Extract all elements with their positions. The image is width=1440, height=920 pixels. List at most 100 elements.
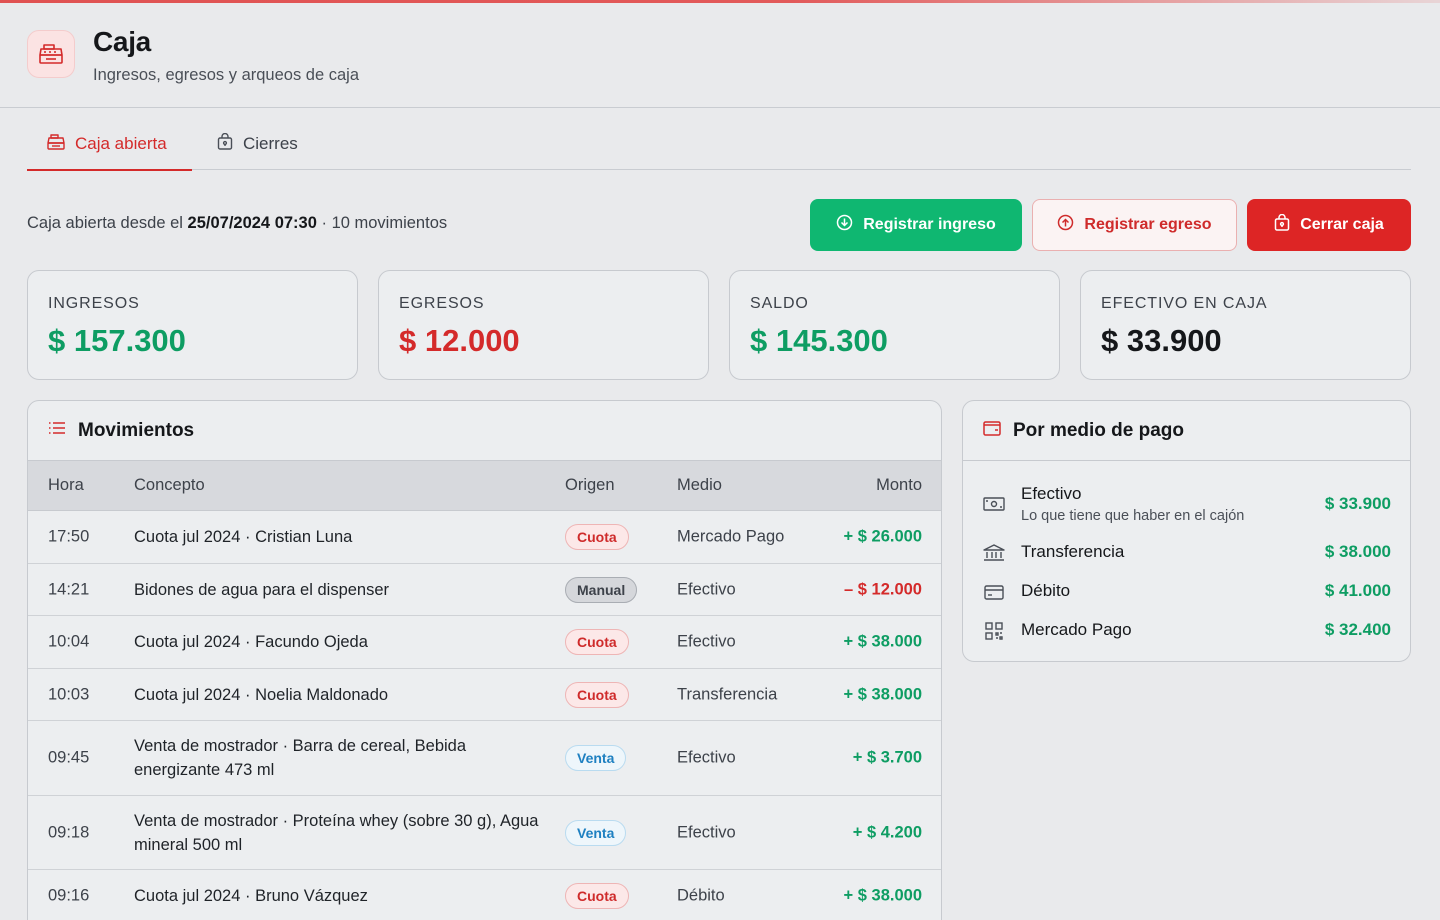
cash-icon [983, 493, 1005, 515]
register-logo-icon [27, 30, 75, 78]
payment-method-debito: Débito $ 41.000 [983, 581, 1391, 603]
tab-cierres[interactable]: Cierres [217, 118, 327, 170]
cell-origen: Venta [565, 745, 627, 771]
table-row[interactable]: 14:21 Bidones de agua para el dispenser … [28, 564, 941, 616]
table-row[interactable]: 09:16 Cuota jul 2024 · Bruno Vázquez Cuo… [28, 870, 941, 920]
cell-monto: – $ 12.000 [844, 580, 922, 598]
cell-hora: 10:04 [48, 632, 90, 651]
stat-label: EGRESOS [399, 295, 485, 312]
panel-title: Movimientos [78, 419, 195, 441]
stat-card-efectivo: EFECTIVO EN CAJA $ 33.900 [1080, 270, 1411, 380]
table-header: Hora Concepto Origen Medio Monto [28, 461, 941, 511]
movimientos-panel: Movimientos Hora Concepto Origen Medio M… [27, 400, 942, 920]
cell-origen: Cuota [565, 681, 629, 708]
cell-origen: Venta [565, 819, 627, 846]
cell-concepto: Cuota jul 2024 · Noelia Maldonado [134, 685, 389, 704]
cell-medio: Efectivo [677, 748, 736, 767]
cell-medio: Efectivo [677, 823, 736, 841]
status-datetime: 25/07/2024 07:30 [187, 214, 317, 232]
cell-monto: + $ 38.000 [843, 886, 922, 904]
tab-label: Cierres [243, 134, 298, 153]
payment-method-amount: $ 32.400 [1324, 620, 1391, 639]
payment-method-amount: $ 41.000 [1324, 581, 1391, 600]
cell-hora: 09:18 [48, 823, 90, 841]
page-subtitle: Ingresos, egresos y arqueos de caja [93, 66, 359, 84]
cell-concepto: Bidones de agua para el dispenser [134, 580, 390, 599]
medios-de-pago-panel: Por medio de pago Efectivo Lo que tiene … [962, 400, 1411, 662]
column-header-medio[interactable]: Medio [677, 476, 722, 495]
caja-status-line: Caja abierta desde el 25/07/2024 07:30 ·… [27, 214, 447, 233]
payment-method-efectivo: Efectivo Lo que tiene que haber en el ca… [983, 484, 1391, 528]
cell-hora: 10:03 [48, 685, 90, 703]
cell-origen: Manual [565, 576, 638, 603]
cell-monto: + $ 38.000 [843, 685, 922, 703]
stat-label: INGRESOS [48, 295, 140, 312]
tab-bar: Caja abierta Cierres [27, 118, 1411, 171]
payment-method-transferencia: Transferencia $ 38.000 [983, 542, 1391, 564]
stat-value: $ 157.300 [48, 323, 186, 358]
button-label: Registrar egreso [1084, 216, 1212, 233]
cell-concepto: Cuota jul 2024 · Cristian Luna [134, 528, 353, 546]
cell-medio: Efectivo [677, 632, 736, 651]
origen-badge: Venta [565, 819, 627, 846]
cell-hora: 14:21 [48, 580, 90, 598]
column-header-monto[interactable]: Monto [876, 476, 922, 495]
stat-card-egresos: EGRESOS $ 12.000 [378, 270, 709, 380]
page-header: Caja Ingresos, egresos y arqueos de caja [0, 0, 1440, 108]
cell-concepto: Cuota jul 2024 · Bruno Vázquez [134, 886, 368, 905]
cell-medio: Transferencia [677, 685, 778, 703]
payment-method-note: Lo que tiene que haber en el cajón [1021, 508, 1245, 524]
cerrar-caja-button[interactable]: Cerrar caja [1247, 199, 1411, 251]
panel-title: Por medio de pago [1013, 419, 1185, 441]
payment-method-label: Transferencia [1021, 542, 1125, 561]
payment-method-amount: $ 38.000 [1324, 542, 1391, 561]
registrar-egreso-button[interactable]: Registrar egreso [1032, 199, 1237, 251]
stat-card-ingresos: INGRESOS $ 157.300 [27, 270, 358, 380]
arrow-down-circle-icon [836, 214, 853, 236]
table-row[interactable]: 17:50 Cuota jul 2024 · Cristian Luna Cuo… [28, 511, 941, 564]
cell-medio: Débito [677, 886, 725, 904]
payment-method-label: Mercado Pago [1021, 620, 1132, 639]
payment-method-label: Débito [1021, 581, 1071, 600]
cell-concepto: Venta de mostrador · Barra de cereal, Be… [134, 737, 467, 779]
registrar-ingreso-button[interactable]: Registrar ingreso [810, 199, 1022, 251]
qr-icon [983, 620, 1005, 642]
cell-origen: Cuota [565, 882, 629, 909]
cell-hora: 09:16 [48, 886, 90, 904]
stat-value: $ 12.000 [399, 323, 520, 358]
arrow-up-circle-icon [1057, 214, 1074, 236]
origen-badge: Cuota [565, 524, 629, 550]
cell-monto: + $ 3.700 [852, 748, 922, 767]
cell-hora: 09:45 [48, 748, 90, 767]
cell-origen: Cuota [565, 629, 629, 655]
payment-method-label: Efectivo [1021, 484, 1082, 503]
tab-caja-abierta[interactable]: Caja abierta [27, 118, 192, 171]
payment-method-mercado-pago: Mercado Pago $ 32.400 [983, 620, 1391, 642]
column-header-concepto[interactable]: Concepto [134, 476, 544, 495]
stat-value: $ 145.300 [750, 323, 888, 358]
button-label: Cerrar caja [1300, 216, 1384, 233]
column-header-origen[interactable]: Origen [565, 476, 615, 495]
stat-label: EFECTIVO EN CAJA [1101, 295, 1268, 312]
panel-header: Por medio de pago [963, 401, 1410, 461]
table-row[interactable]: 09:45 Venta de mostrador · Barra de cere… [28, 721, 941, 796]
stat-value: $ 33.900 [1101, 323, 1222, 358]
button-label: Registrar ingreso [863, 216, 996, 233]
status-prefix: Caja abierta desde el [27, 214, 188, 232]
origen-badge: Venta [565, 745, 627, 771]
cell-monto: + $ 38.000 [843, 632, 922, 651]
table-row[interactable]: 09:18 Venta de mostrador · Proteína whey… [28, 796, 941, 870]
lock-bag-icon [217, 132, 233, 155]
cell-medio: Efectivo [677, 580, 736, 598]
page-title: Caja [93, 26, 151, 57]
table-row[interactable]: 10:03 Cuota jul 2024 · Noelia Maldonado … [28, 669, 941, 721]
cash-register-icon [47, 133, 65, 155]
table-row[interactable]: 10:04 Cuota jul 2024 · Facundo Ojeda Cuo… [28, 616, 941, 669]
panel-header: Movimientos [28, 401, 941, 461]
cell-hora: 17:50 [48, 527, 90, 546]
origen-badge: Cuota [565, 882, 629, 909]
cell-monto: + $ 4.200 [852, 823, 922, 841]
card-icon [983, 581, 1005, 603]
column-header-hora[interactable]: Hora [48, 476, 84, 495]
cell-origen: Cuota [565, 524, 629, 550]
